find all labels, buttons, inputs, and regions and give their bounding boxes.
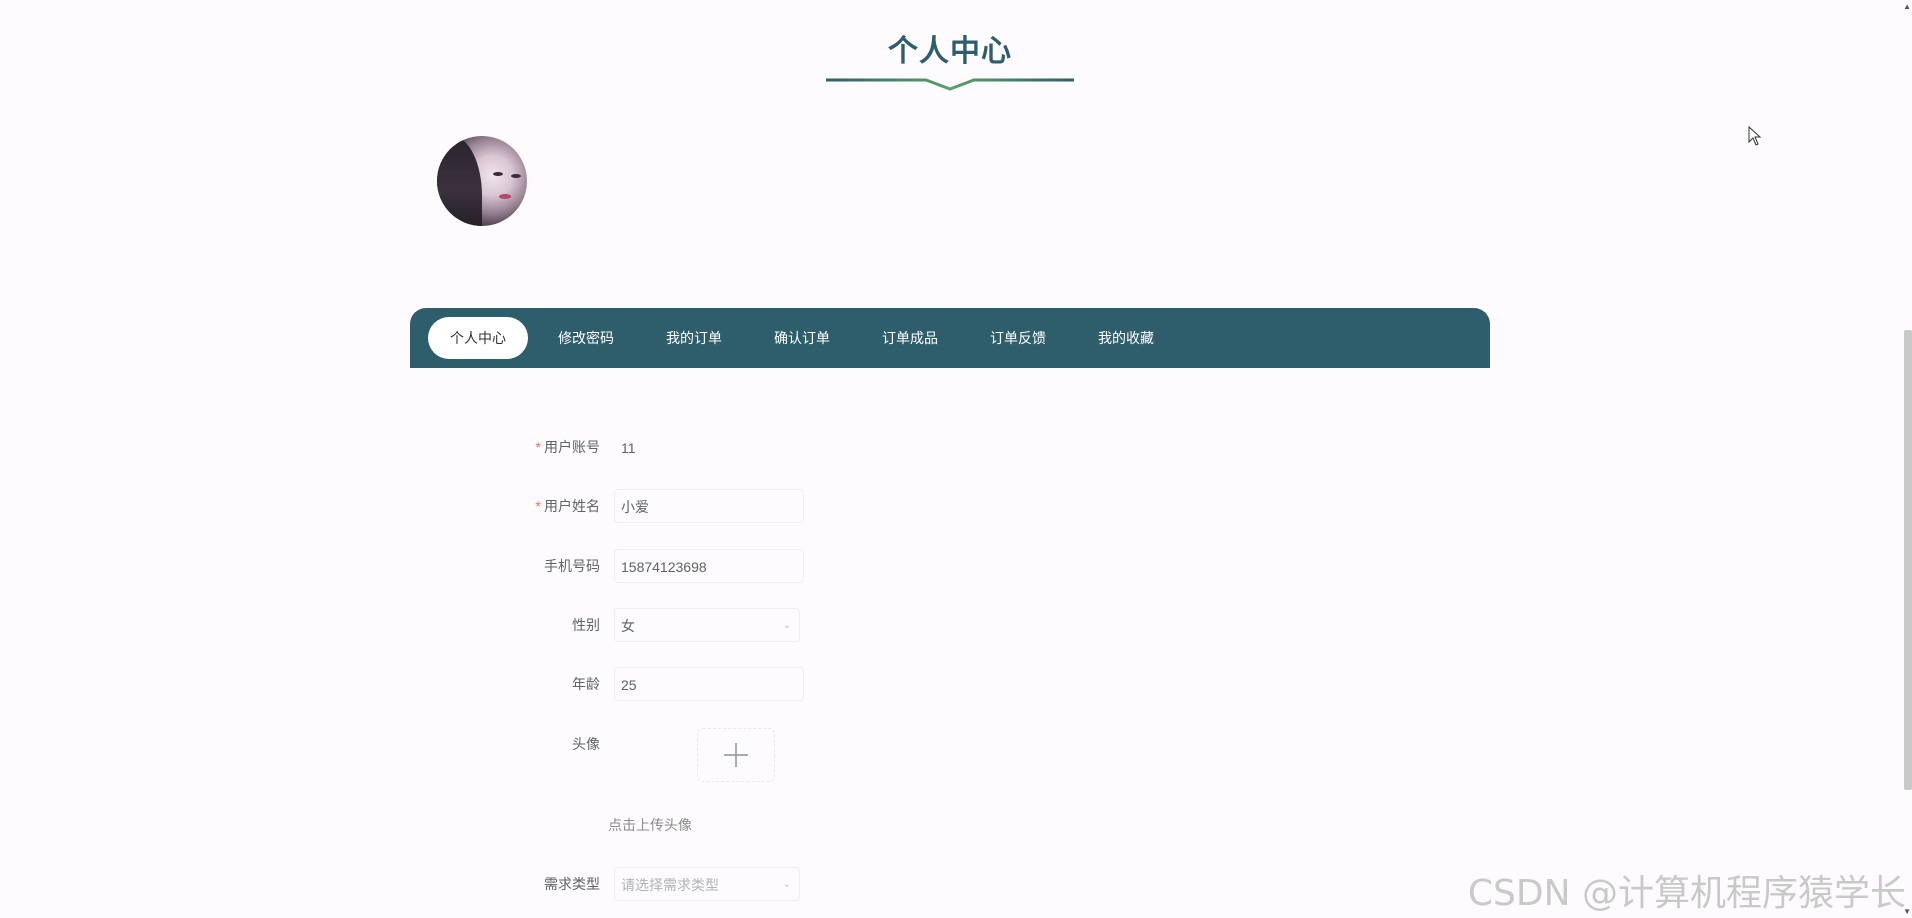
chevron-down-icon: ⌄ [782, 879, 791, 890]
account-label: * 用户账号 [535, 439, 600, 455]
account-value: 11 [614, 430, 804, 464]
gender-select[interactable]: 女 ⌄ [614, 608, 800, 642]
nav-tab-my-favorites[interactable]: 我的收藏 [1076, 317, 1176, 359]
form-row-avatar: 头像 [0, 726, 600, 762]
name-input[interactable]: 小爱 [614, 489, 804, 523]
gender-select-value: 女 [621, 618, 635, 634]
avatar-upload-button[interactable] [697, 728, 775, 782]
nav-tab-order-feedback[interactable]: 订单反馈 [968, 317, 1068, 359]
demand-type-select[interactable]: 请选择需求类型 ⌄ [614, 867, 800, 901]
avatar-label: 头像 [572, 736, 600, 752]
watermark-text: CSDN @计算机程序猿学长 [1467, 873, 1906, 914]
nav-tab-order-products[interactable]: 订单成品 [860, 317, 960, 359]
user-center-nav: 个人中心 修改密码 我的订单 确认订单 订单成品 订单反馈 我的收藏 [410, 308, 1490, 368]
page-title: 个人中心 [888, 34, 1012, 69]
form-row-age: 年龄 [0, 666, 600, 702]
personal-center-page: 个人中心 个人中心 修改密码 我的订单 确认订单 订单成品 订单反馈 我的收藏 … [0, 0, 1912, 918]
scrollbar-thumb[interactable] [1904, 330, 1912, 790]
form-row-gender: 性别 [0, 607, 600, 643]
form-row-name: * 用户姓名 [0, 488, 600, 524]
plus-icon [724, 743, 748, 767]
phone-label: 手机号码 [544, 558, 600, 574]
demand-type-placeholder: 请选择需求类型 [621, 877, 719, 893]
form-row-phone: 手机号码 [0, 548, 600, 584]
user-avatar [437, 136, 527, 226]
gender-label: 性别 [572, 617, 600, 633]
upload-hint-text: 点击上传头像 [608, 817, 692, 833]
mouse-cursor-icon [1748, 126, 1762, 146]
age-input[interactable]: 25 [614, 667, 804, 701]
phone-input[interactable]: 15874123698 [614, 549, 804, 583]
nav-tab-change-password[interactable]: 修改密码 [536, 317, 636, 359]
age-label: 年龄 [572, 676, 600, 692]
nav-tab-personal-center[interactable]: 个人中心 [428, 317, 528, 359]
nav-tab-confirm-orders[interactable]: 确认订单 [752, 317, 852, 359]
form-row-account: * 用户账号 [0, 429, 600, 465]
form-row-demand-type: 需求类型 [0, 866, 600, 902]
name-label: * 用户姓名 [535, 498, 600, 514]
nav-tab-my-orders[interactable]: 我的订单 [644, 317, 744, 359]
chevron-down-icon: ⌄ [782, 620, 791, 631]
demand-type-label: 需求类型 [544, 876, 600, 892]
title-underline-decoration [826, 78, 1074, 91]
scroll-up-arrow-icon[interactable]: ▲ [1903, 2, 1911, 11]
